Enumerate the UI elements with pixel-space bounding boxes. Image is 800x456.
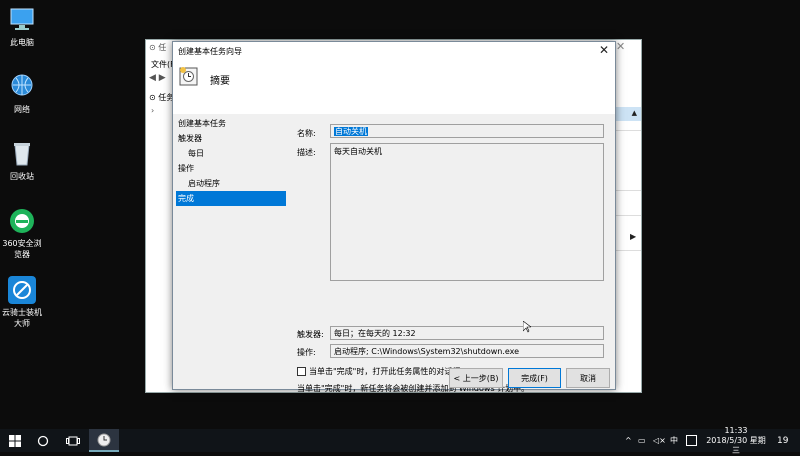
finish-button[interactable]: 完成(F)	[508, 368, 561, 388]
desktop-icon-this-pc[interactable]: 此电脑	[0, 6, 44, 48]
network-icon	[7, 73, 37, 101]
step-trigger[interactable]: 触发器	[176, 131, 286, 146]
close-icon[interactable]: ✕	[616, 40, 625, 53]
notification-center[interactable]: 19	[777, 429, 788, 452]
wizard-body: 创建基本任务 触发器 每日 操作 启动程序 完成 名称: 自动关机 描述: 每天…	[173, 114, 615, 393]
desktop-icon-network[interactable]: 网络	[0, 73, 44, 115]
divider	[613, 250, 641, 251]
description-field[interactable]: 每天自动关机	[330, 143, 604, 281]
windows-logo-icon	[9, 434, 21, 447]
actions-header[interactable]: ▲	[613, 107, 641, 121]
network-tray-icon[interactable]: ▭	[638, 429, 646, 452]
step-start-program[interactable]: 启动程序	[176, 176, 286, 191]
clock-icon	[97, 433, 111, 446]
wizard-heading: 摘要	[210, 76, 230, 87]
start-button[interactable]	[0, 429, 30, 452]
expand-arrow-icon[interactable]: ▶	[630, 232, 636, 241]
task-clock-icon	[179, 66, 199, 86]
back-button[interactable]: < 上一步(B)	[449, 368, 503, 388]
step-action[interactable]: 操作	[176, 161, 286, 176]
step-create-basic-task[interactable]: 创建基本任务	[176, 116, 286, 131]
create-basic-task-wizard: 创建基本任务向导 ✕ 摘要 创建基本任务 触发器 每日 操作 启动程序 完成 名…	[172, 41, 616, 393]
desktop-icon-label: 360安全浏览器	[2, 239, 42, 259]
tray-chevron-icon[interactable]: ^	[625, 429, 632, 452]
clock-time: 11:33	[724, 425, 748, 435]
back-forward-arrows[interactable]: ◀ ▶	[149, 73, 166, 83]
checkbox-label: 当单击"完成"时，打开此任务属性的对话框。	[309, 367, 469, 376]
divider	[613, 130, 641, 131]
divider	[613, 215, 641, 216]
name-field[interactable]: 自动关机	[330, 124, 604, 138]
desktop-icon-label: 云骑士装机大师	[2, 308, 42, 328]
desktop-icon-360-browser[interactable]: 360安全浏览器	[0, 207, 44, 260]
notification-count: 19	[777, 435, 789, 446]
task-view-icon	[66, 436, 80, 445]
wizard-header: 摘要	[173, 60, 615, 112]
window-title: ⊙ 任	[149, 43, 167, 52]
yunqishi-icon	[7, 276, 37, 304]
desktop-icon-yunqishi[interactable]: 云骑士装机大师	[0, 276, 44, 329]
tree-item-tasks[interactable]: ⊙ 任务	[149, 92, 174, 103]
trigger-label: 触发器:	[297, 330, 324, 339]
step-finish[interactable]: 完成	[176, 191, 286, 206]
clock[interactable]: 11:33 2018/5/30 星期三	[703, 425, 769, 455]
input-method-indicator[interactable]: 中	[670, 429, 678, 452]
dialog-title: 创建基本任务向导	[178, 47, 242, 56]
desktop-icon-label: 回收站	[10, 172, 34, 181]
divider	[613, 190, 641, 191]
computer-icon	[7, 6, 37, 34]
desktop-icon-label: 网络	[14, 105, 30, 114]
taskbar: ^ ▭ ◁× 中 11:33 2018/5/30 星期三 19	[0, 425, 800, 455]
cancel-button[interactable]: 取消	[566, 368, 610, 388]
cortana-circle-icon	[37, 435, 49, 446]
tree-expand-icon[interactable]: ›	[151, 106, 154, 115]
desktop-icon-label: 此电脑	[10, 38, 34, 47]
name-label: 名称:	[297, 129, 316, 138]
step-daily[interactable]: 每日	[176, 146, 286, 161]
name-value: 自动关机	[334, 127, 368, 136]
browser-360-icon	[7, 207, 37, 235]
collapse-arrow-icon[interactable]: ▲	[632, 109, 637, 117]
recycle-bin-icon	[7, 140, 37, 168]
description-label: 描述:	[297, 148, 316, 157]
action-label: 操作:	[297, 348, 316, 357]
search-button[interactable]	[28, 429, 58, 452]
open-properties-checkbox[interactable]	[297, 367, 306, 376]
wizard-steps: 创建基本任务 触发器 每日 操作 启动程序 完成	[176, 116, 286, 206]
volume-muted-icon[interactable]: ◁×	[653, 429, 666, 452]
task-view-button[interactable]	[58, 429, 88, 452]
clock-date: 2018/5/30 星期三	[706, 435, 766, 455]
action-field[interactable]: 启动程序; C:\Windows\System32\shutdown.exe	[330, 344, 604, 358]
trigger-field[interactable]: 每日；在每天的 12:32	[330, 326, 604, 340]
user-tray-icon[interactable]	[686, 429, 697, 452]
mouse-cursor	[522, 320, 532, 335]
taskbar-task-scheduler[interactable]	[89, 429, 119, 452]
desktop-icon-recycle-bin[interactable]: 回收站	[0, 140, 44, 182]
close-icon[interactable]: ✕	[599, 43, 609, 57]
